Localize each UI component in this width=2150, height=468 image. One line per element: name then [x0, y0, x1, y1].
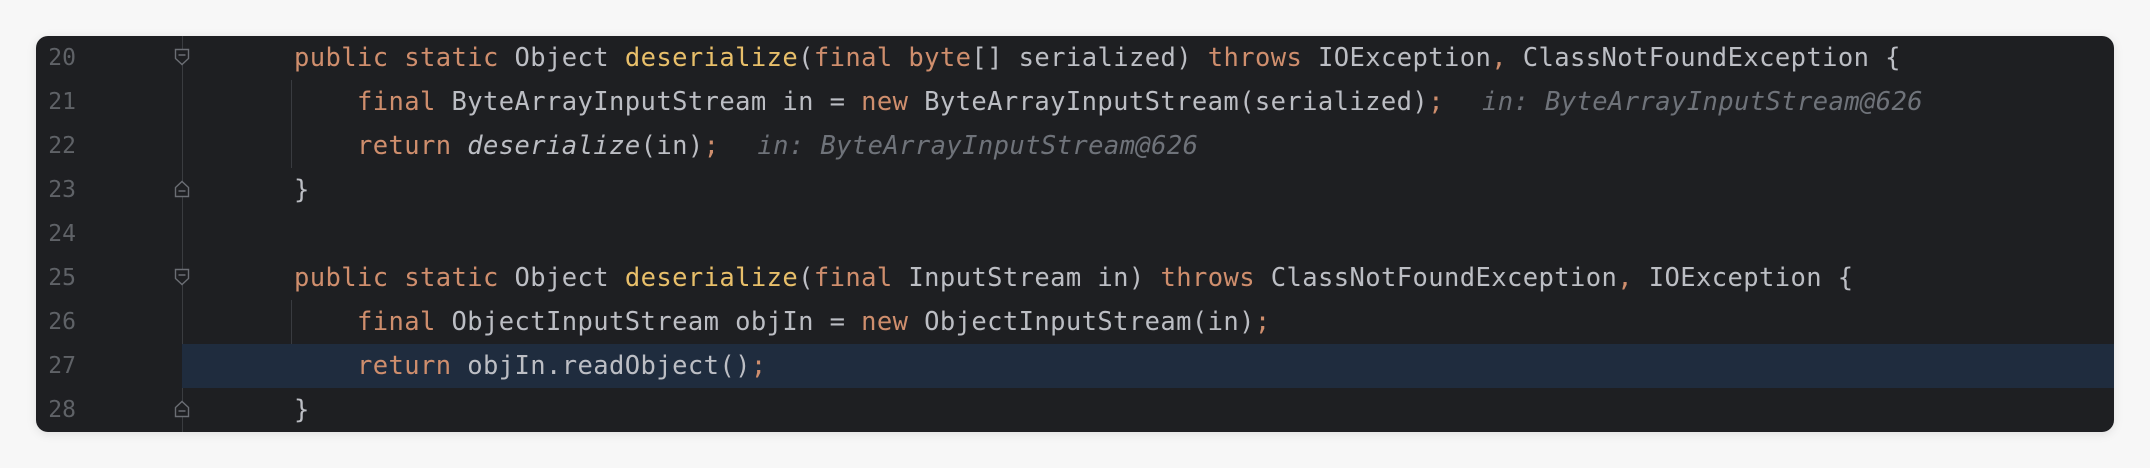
line-number[interactable]: 26: [36, 300, 76, 344]
code-token: throws: [1160, 263, 1255, 293]
code-text[interactable]: return objIn.readObject();: [294, 344, 767, 388]
code-line-current[interactable]: 27 return objIn.readObject();: [48, 344, 2114, 388]
code-token: deserialize: [624, 263, 799, 293]
code-token: Object: [498, 43, 625, 73]
code-token: return: [357, 351, 452, 381]
code-token: deserialize: [467, 131, 641, 161]
code-token: ;: [1428, 87, 1444, 117]
code-token: (: [798, 263, 814, 293]
code-text[interactable]: }: [294, 168, 310, 212]
code-text[interactable]: final ByteArrayInputStream in = new Byte…: [294, 80, 1923, 124]
code-line[interactable]: 28}: [36, 388, 2114, 432]
code-text[interactable]: return deserialize(in); in: ByteArrayInpu…: [294, 124, 1198, 168]
code-token: ;: [703, 131, 720, 161]
code-editor[interactable]: 20 public static Object deserialize(final…: [36, 36, 2114, 432]
code-line[interactable]: 22 return deserialize(in); in: ByteArrayI…: [36, 124, 2114, 168]
line-number[interactable]: 25: [36, 256, 76, 300]
code-token: new: [861, 87, 909, 117]
line-number[interactable]: 21: [36, 80, 76, 124]
code-token: ClassNotFoundException: [1254, 263, 1618, 293]
code-token: final: [813, 43, 893, 73]
fold-end-icon[interactable]: [174, 400, 190, 418]
code-token: byte: [908, 43, 972, 73]
line-number[interactable]: 28: [36, 388, 76, 432]
code-line[interactable]: 25 public static Object deserialize(final…: [36, 256, 2114, 300]
line-number[interactable]: 22: [36, 124, 76, 168]
code-line[interactable]: 21 final ByteArrayInputStream in = new B…: [36, 80, 2114, 124]
code-token: ,: [1617, 263, 1634, 293]
code-token: public: [294, 43, 389, 73]
code-token: throws: [1207, 43, 1303, 73]
code-token: ObjectInputStream objIn =: [435, 307, 862, 337]
code-token: static: [404, 263, 499, 293]
code-text[interactable]: public static Object deserialize(final b…: [294, 36, 1901, 80]
inlay-hint: in: ByteArrayInputStream@626: [1481, 87, 1924, 117]
code-token: InputStream in): [892, 263, 1161, 293]
code-token: }: [294, 395, 310, 425]
code-token: (in): [640, 131, 704, 161]
code-token: ByteArrayInputStream(serialized): [908, 87, 1429, 117]
code-token: ,: [1491, 43, 1508, 73]
code-line[interactable]: 26 final ObjectInputStream objIn = new O…: [36, 300, 2114, 344]
code-token: final: [813, 263, 893, 293]
code-token: ;: [750, 351, 767, 381]
code-token: ;: [1254, 307, 1271, 337]
fold-end-icon[interactable]: [174, 180, 190, 198]
code-token: IOException: [1302, 43, 1492, 73]
line-number[interactable]: 23: [36, 168, 76, 212]
code-token: new: [861, 307, 909, 337]
code-token: ByteArrayInputStream in =: [435, 87, 862, 117]
line-number[interactable]: 24: [36, 212, 76, 256]
code-token: final: [357, 87, 436, 117]
code-token: ObjectInputStream(in): [908, 307, 1255, 337]
code-token: static: [404, 43, 499, 73]
code-token: public: [294, 263, 389, 293]
code-token: [] serialized): [971, 43, 1208, 73]
code-text[interactable]: final ObjectInputStream objIn = new Obje…: [294, 300, 1271, 344]
fold-start-icon[interactable]: [174, 48, 190, 66]
code-token: }: [294, 175, 310, 205]
code-token: return: [357, 131, 452, 161]
code-token: Object: [498, 263, 625, 293]
code-line[interactable]: 23}: [36, 168, 2114, 212]
code-line[interactable]: 24: [36, 212, 2114, 256]
line-number[interactable]: 20: [36, 36, 76, 80]
code-token: IOException {: [1633, 263, 1854, 293]
line-number[interactable]: 27: [36, 344, 76, 388]
code-line[interactable]: 20 public static Object deserialize(final…: [36, 36, 2114, 80]
code-token: final: [357, 307, 436, 337]
code-text[interactable]: public static Object deserialize(final I…: [294, 256, 1854, 300]
inlay-hint: in: ByteArrayInputStream@626: [757, 131, 1199, 161]
code-token: objIn.readObject(): [451, 351, 751, 381]
code-token: ClassNotFoundException {: [1507, 43, 1901, 73]
code-text[interactable]: }: [294, 388, 310, 432]
code-token: deserialize: [624, 43, 799, 73]
code-token: (: [798, 43, 814, 73]
fold-start-icon[interactable]: [174, 268, 190, 286]
